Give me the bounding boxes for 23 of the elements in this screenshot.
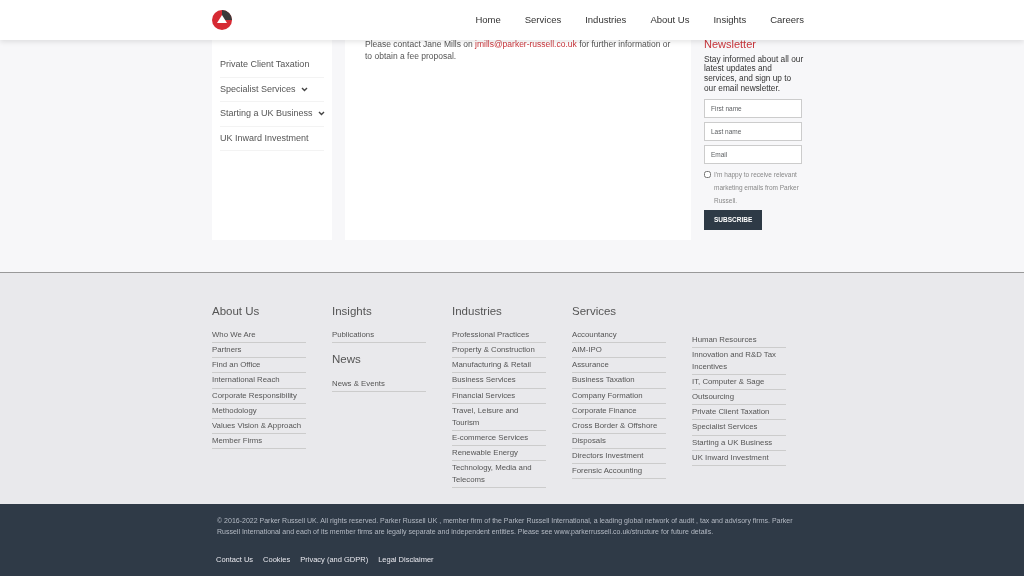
nav-link[interactable]: About Us bbox=[650, 12, 690, 28]
footer-heading: Insights bbox=[332, 304, 373, 319]
nav-link[interactable]: Careers bbox=[770, 12, 804, 28]
chevron-down-icon bbox=[317, 111, 325, 117]
newsletter-intro: Stay informed about all our latest updates and services, and sign up to our email newsletter. bbox=[704, 54, 804, 95]
contact-text: Please contact Jane Mills on jmills@parker-russell.co.uk for further information or to obtain a fee proposal. bbox=[365, 40, 671, 63]
nav-link[interactable]: Insights bbox=[713, 12, 747, 28]
sidebar-link[interactable]: Specialist Services bbox=[220, 77, 324, 102]
sidebar-link[interactable]: UK Inward Investment bbox=[220, 126, 324, 151]
consent-checkbox[interactable] bbox=[704, 171, 711, 179]
nav-link[interactable]: Industries bbox=[585, 12, 627, 28]
sidebar-link[interactable]: Starting a UK Business bbox=[220, 102, 324, 127]
footer-heading: News bbox=[332, 352, 362, 368]
nav-link[interactable]: Home bbox=[475, 12, 501, 28]
footer-heading: Services bbox=[572, 304, 618, 319]
email-link[interactable]: jmills@parker-russell.co.uk bbox=[475, 40, 577, 49]
chevron-down-icon bbox=[300, 86, 308, 92]
sidebar-link[interactable]: Private Client Taxation bbox=[220, 53, 324, 78]
newsletter-heading: Newsletter bbox=[704, 40, 757, 52]
footer-heading: About Us bbox=[212, 304, 261, 319]
nav-link[interactable]: Services bbox=[524, 12, 562, 28]
footer-heading: Industries bbox=[452, 304, 503, 319]
logo-icon[interactable] bbox=[212, 10, 232, 30]
